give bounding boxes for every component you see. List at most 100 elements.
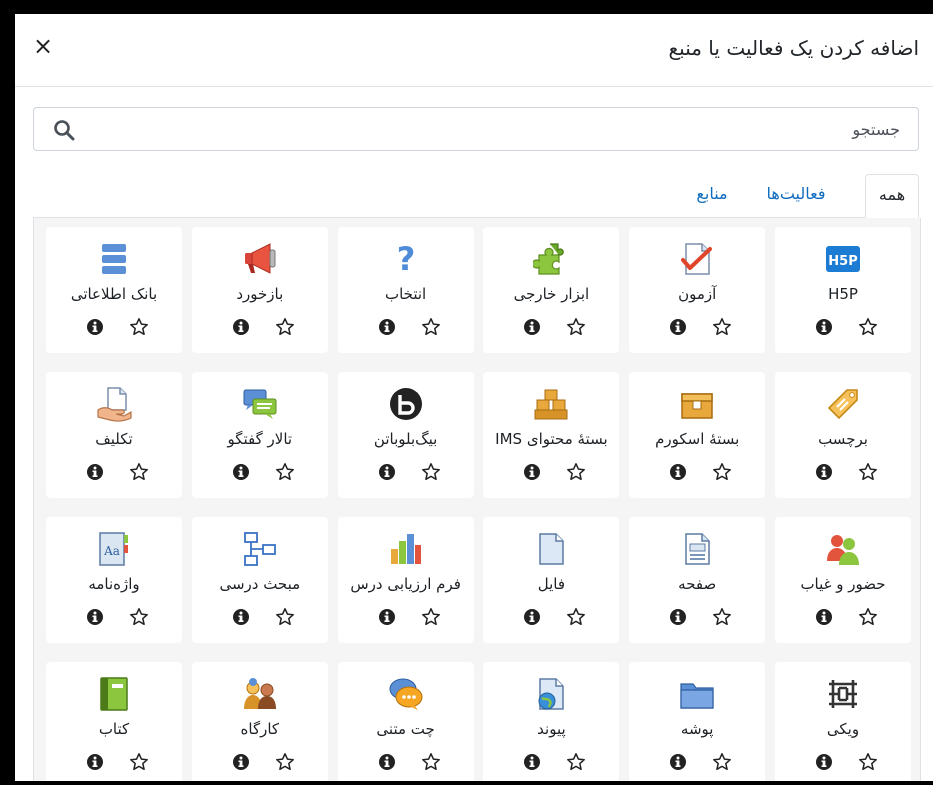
info-icon[interactable] bbox=[669, 753, 687, 771]
dialog-header: اضافه کردن یک فعالیت یا منبع × bbox=[15, 14, 933, 87]
star-icon[interactable] bbox=[275, 462, 295, 482]
module-card[interactable]: حضور و غیاب bbox=[775, 517, 911, 643]
folder-icon bbox=[679, 676, 715, 712]
star-icon[interactable] bbox=[421, 752, 441, 772]
page-icon bbox=[679, 531, 715, 567]
info-icon[interactable] bbox=[86, 753, 104, 771]
module-card[interactable]: کتاب bbox=[46, 662, 182, 781]
info-icon[interactable] bbox=[815, 608, 833, 626]
module-name: H5P bbox=[828, 285, 858, 303]
info-icon[interactable] bbox=[815, 318, 833, 336]
info-icon[interactable] bbox=[378, 463, 396, 481]
info-icon[interactable] bbox=[86, 463, 104, 481]
info-icon[interactable] bbox=[669, 608, 687, 626]
workshop-people-icon bbox=[242, 676, 278, 712]
url-link-icon bbox=[533, 676, 569, 712]
info-icon[interactable] bbox=[232, 608, 250, 626]
question-icon: ? bbox=[388, 241, 424, 277]
module-card[interactable]: فایل bbox=[483, 517, 620, 643]
search-icon[interactable] bbox=[52, 118, 76, 142]
search-input[interactable]: جستجو bbox=[33, 107, 919, 151]
svg-text:Aa: Aa bbox=[103, 544, 120, 558]
info-icon[interactable] bbox=[86, 318, 104, 336]
star-icon[interactable] bbox=[275, 607, 295, 627]
star-icon[interactable] bbox=[129, 607, 149, 627]
star-icon[interactable] bbox=[858, 462, 878, 482]
star-icon[interactable] bbox=[858, 607, 878, 627]
info-icon[interactable] bbox=[232, 463, 250, 481]
star-icon[interactable] bbox=[275, 317, 295, 337]
module-card[interactable]: پیوند bbox=[483, 662, 620, 781]
module-card[interactable]: کارگاه bbox=[191, 662, 328, 781]
star-icon[interactable] bbox=[712, 752, 732, 772]
star-icon[interactable] bbox=[566, 607, 586, 627]
module-card[interactable]: آزمون bbox=[629, 227, 766, 353]
info-icon[interactable] bbox=[523, 463, 541, 481]
tab-all[interactable]: همه bbox=[865, 174, 919, 218]
star-icon[interactable] bbox=[129, 317, 149, 337]
star-icon[interactable] bbox=[566, 752, 586, 772]
info-icon[interactable] bbox=[523, 753, 541, 771]
module-card[interactable]: فرم ارزیابی درس bbox=[337, 517, 474, 643]
info-icon[interactable] bbox=[232, 753, 250, 771]
info-icon[interactable] bbox=[232, 318, 250, 336]
star-icon[interactable] bbox=[858, 317, 878, 337]
module-name: انتخاب bbox=[384, 285, 427, 303]
star-icon[interactable] bbox=[712, 317, 732, 337]
info-icon[interactable] bbox=[378, 608, 396, 626]
module-name: فایل bbox=[537, 575, 566, 593]
module-card[interactable]: تکلیف bbox=[46, 372, 182, 498]
module-card[interactable]: بستهٔ اسکورم bbox=[629, 372, 766, 498]
module-card[interactable]: بانک اطلاعاتی bbox=[46, 227, 182, 353]
module-card[interactable]: بیگ‌بلوباتن bbox=[337, 372, 474, 498]
database-icon bbox=[96, 241, 132, 277]
info-icon[interactable] bbox=[815, 753, 833, 771]
module-card[interactable]: برچسب bbox=[775, 372, 911, 498]
star-icon[interactable] bbox=[129, 752, 149, 772]
info-icon[interactable] bbox=[378, 753, 396, 771]
module-card[interactable]: تالار گفتگو bbox=[191, 372, 328, 498]
label-tag-icon bbox=[825, 386, 861, 422]
star-icon[interactable] bbox=[275, 752, 295, 772]
info-icon[interactable] bbox=[669, 463, 687, 481]
tab-activities[interactable]: فعالیت‌ها bbox=[751, 174, 841, 218]
activity-chooser-dialog: اضافه کردن یک فعالیت یا منبع × جستجو همه… bbox=[15, 14, 933, 781]
module-card[interactable]: H5P H5P bbox=[775, 227, 911, 353]
dialog-title: اضافه کردن یک فعالیت یا منبع bbox=[668, 36, 919, 60]
info-icon[interactable] bbox=[86, 608, 104, 626]
info-icon[interactable] bbox=[523, 318, 541, 336]
star-icon[interactable] bbox=[421, 607, 441, 627]
module-card[interactable]: بستهٔ محتوای IMS bbox=[483, 372, 620, 498]
module-card[interactable]: مبحث درسی bbox=[191, 517, 328, 643]
search-placeholder: جستجو bbox=[852, 120, 900, 139]
package-box-icon bbox=[679, 386, 715, 422]
module-card[interactable]: بازخورد bbox=[191, 227, 328, 353]
module-card[interactable]: ابزار خارجی bbox=[483, 227, 620, 353]
module-card[interactable]: Aa واژه‌نامه bbox=[46, 517, 182, 643]
info-icon[interactable] bbox=[523, 608, 541, 626]
star-icon[interactable] bbox=[421, 462, 441, 482]
close-button[interactable]: × bbox=[33, 34, 53, 58]
star-icon[interactable] bbox=[712, 462, 732, 482]
glossary-icon: Aa bbox=[96, 531, 132, 567]
module-name: بیگ‌بلوباتن bbox=[373, 430, 438, 448]
module-card[interactable]: ? انتخاب bbox=[337, 227, 474, 353]
star-icon[interactable] bbox=[421, 317, 441, 337]
module-card[interactable]: پوشه bbox=[629, 662, 766, 781]
info-icon[interactable] bbox=[378, 318, 396, 336]
module-card[interactable]: ویکی bbox=[775, 662, 911, 781]
star-icon[interactable] bbox=[858, 752, 878, 772]
module-name: تکلیف bbox=[95, 430, 133, 448]
forum-bubbles-icon bbox=[242, 386, 278, 422]
star-icon[interactable] bbox=[566, 462, 586, 482]
tab-resources[interactable]: منابع bbox=[685, 174, 739, 218]
info-icon[interactable] bbox=[669, 318, 687, 336]
tab-bar: همه فعالیت‌ها منابع bbox=[15, 174, 933, 218]
star-icon[interactable] bbox=[129, 462, 149, 482]
module-card[interactable]: صفحه bbox=[629, 517, 766, 643]
module-name: بانک اطلاعاتی bbox=[70, 285, 158, 303]
module-card[interactable]: چت متنی bbox=[337, 662, 474, 781]
star-icon[interactable] bbox=[566, 317, 586, 337]
info-icon[interactable] bbox=[815, 463, 833, 481]
star-icon[interactable] bbox=[712, 607, 732, 627]
